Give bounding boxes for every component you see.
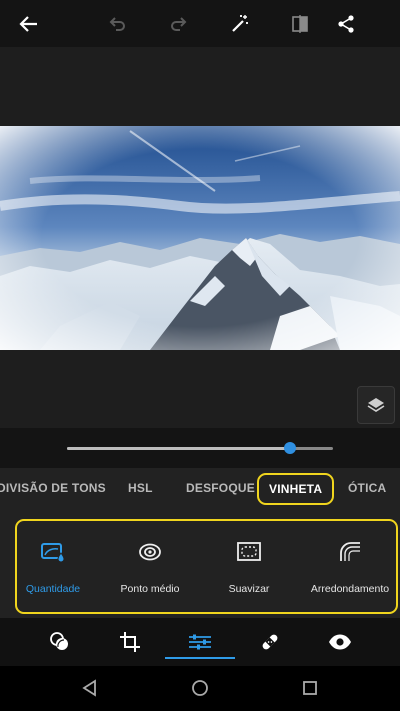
undo-icon[interactable] <box>101 8 133 40</box>
adjust-icon[interactable] <box>183 628 217 656</box>
feather-icon <box>202 540 296 564</box>
active-nav-indicator <box>165 657 235 659</box>
effects-tabs: DIVISÃO DE TONS HSL DESFOQUE VINHETA ÓTI… <box>0 468 400 514</box>
tab-divisao-de-tons[interactable]: DIVISÃO DE TONS <box>0 468 106 514</box>
tool-label-ponto-medio: Ponto médio <box>120 583 180 595</box>
top-toolbar <box>0 0 400 47</box>
tab-otica[interactable]: ÓTICA <box>348 468 386 514</box>
tool-label-suavizar: Suavizar <box>228 583 270 595</box>
vignette-amount-icon <box>6 540 100 564</box>
tool-label-quantidade: Quantidade <box>25 583 81 595</box>
home-circle-icon[interactable] <box>183 674 217 702</box>
share-icon[interactable] <box>330 8 362 40</box>
roundness-icon <box>303 540 397 564</box>
tool-suavizar[interactable]: Suavizar <box>202 521 296 612</box>
crop-icon[interactable] <box>113 628 147 656</box>
heal-icon[interactable] <box>253 628 287 656</box>
preview-eye-icon[interactable] <box>323 628 357 656</box>
midpoint-icon <box>103 540 197 564</box>
tab-desfoque[interactable]: DESFOQUE <box>186 468 255 514</box>
compare-icon[interactable] <box>284 8 316 40</box>
tab-hsl[interactable]: HSL <box>128 468 153 514</box>
back-triangle-icon[interactable] <box>73 674 107 702</box>
tool-arredondamento[interactable]: Arredondamento <box>303 521 397 612</box>
tool-quantidade[interactable]: Quantidade <box>6 521 100 612</box>
vignette-tools: Quantidade Ponto médio Suavizar Arredond… <box>15 519 398 614</box>
tool-ponto-medio[interactable]: Ponto médio <box>103 521 197 612</box>
mountain-photo <box>0 126 400 350</box>
redo-icon[interactable] <box>163 8 195 40</box>
tab-vinheta[interactable]: VINHETA <box>257 473 335 505</box>
system-navigation-bar <box>0 666 400 711</box>
layers-icon[interactable] <box>357 386 395 424</box>
recents-square-icon[interactable] <box>293 674 327 702</box>
tool-label-arredondamento: Arredondamento <box>310 583 390 595</box>
slider-fill <box>67 447 291 450</box>
magic-wand-icon[interactable] <box>224 8 256 40</box>
looks-icon[interactable] <box>43 628 77 656</box>
back-arrow-icon[interactable] <box>13 8 45 40</box>
